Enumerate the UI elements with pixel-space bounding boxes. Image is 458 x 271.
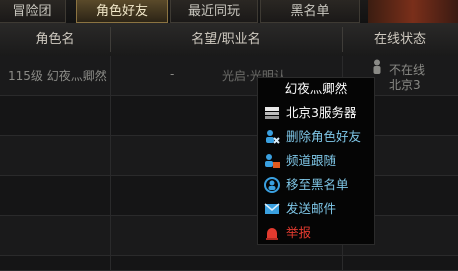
header-character-name[interactable]: 角色名: [0, 23, 110, 56]
server-icon: [265, 107, 279, 119]
table-row[interactable]: [0, 216, 458, 256]
table-row[interactable]: [0, 96, 458, 136]
channel-follow-icon: [265, 154, 280, 168]
menu-item-server[interactable]: 北京3服务器: [258, 103, 374, 123]
menu-item-send-mail[interactable]: 发送邮件: [258, 199, 374, 219]
menu-item-label: 频道跟随: [286, 153, 337, 168]
menu-item-label: 移至黑名单: [286, 177, 349, 192]
friend-fame: -: [170, 67, 175, 81]
menu-item-label: 举报: [286, 225, 312, 240]
friend-level-name: 115级 幻夜灬卿然: [8, 69, 107, 83]
header-fame-job[interactable]: 名望/职业名: [110, 23, 342, 56]
menu-item-label: 北京3服务器: [286, 105, 357, 120]
menu-item-move-to-blacklist[interactable]: 移至黑名单: [258, 175, 374, 195]
tab-bar: 冒险团 角色好友 最近同玩 黑名单: [0, 0, 458, 24]
report-icon: [266, 228, 278, 240]
tab-bar-decoration: [368, 0, 458, 23]
context-menu-title: 幻夜灬卿然: [284, 81, 348, 96]
tab-adventure-team[interactable]: 冒险团: [0, 0, 66, 23]
table-header: 角色名 名望/职业名 在线状态: [0, 23, 458, 57]
menu-item-label: 发送邮件: [286, 201, 337, 216]
menu-item-delete-friend[interactable]: 删除角色好友: [258, 127, 374, 147]
tab-character-friends[interactable]: 角色好友: [76, 0, 168, 23]
tab-blacklist[interactable]: 黑名单: [260, 0, 360, 23]
delete-friend-icon: [266, 130, 280, 144]
table-row[interactable]: [0, 136, 458, 176]
friend-context-menu: 幻夜灬卿然 北京3服务器 删除角色好友 频道跟随 移至黑名单 发送邮件 举报: [257, 77, 375, 245]
mail-icon: [264, 203, 280, 214]
table-row[interactable]: [0, 256, 458, 271]
menu-item-report[interactable]: 举报: [258, 223, 374, 243]
blacklist-icon: [264, 177, 280, 193]
column-divider: [110, 56, 111, 271]
header-online-status[interactable]: 在线状态: [342, 23, 458, 56]
menu-item-channel-follow[interactable]: 频道跟随: [258, 151, 374, 171]
menu-item-label: 删除角色好友: [286, 129, 362, 144]
tab-recent-players[interactable]: 最近同玩: [170, 0, 258, 23]
table-row[interactable]: [0, 176, 458, 216]
friend-server: 北京3: [389, 78, 421, 92]
offline-person-icon: [373, 59, 381, 74]
